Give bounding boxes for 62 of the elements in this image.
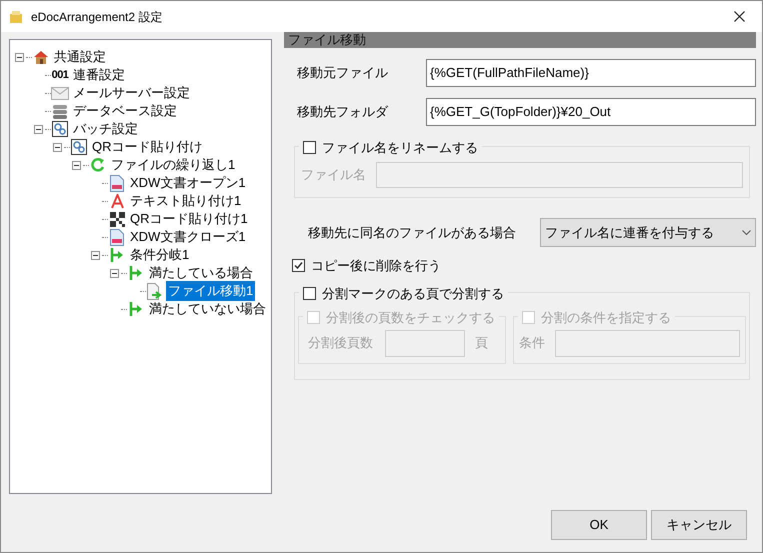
collapse-toggle[interactable] bbox=[52, 142, 62, 152]
input-field[interactable]: {%GET(FullPathFileName)} bbox=[426, 59, 756, 87]
dialog-button[interactable]: キャンセル bbox=[651, 510, 747, 540]
unit-label: 頁 bbox=[475, 334, 488, 352]
tree-item[interactable]: QRコード貼り付け bbox=[90, 137, 204, 157]
document-icon bbox=[110, 228, 124, 246]
dialog-button[interactable]: OK bbox=[551, 510, 647, 540]
collapse-toggle[interactable] bbox=[90, 250, 100, 260]
checkbox[interactable] bbox=[303, 286, 316, 300]
gear-icon bbox=[71, 139, 87, 155]
branch-arrow-icon bbox=[129, 301, 143, 317]
tree-item[interactable]: 条件分岐1 bbox=[128, 245, 192, 265]
checkbox-label: 分割マークのある頁で分割する bbox=[322, 284, 504, 302]
tree-item[interactable]: XDW文書オープン1 bbox=[128, 173, 248, 193]
input-field[interactable]: {%GET_G(TopFolder)}¥20_Out bbox=[426, 98, 756, 126]
section-header: ファイル移動 bbox=[284, 32, 756, 48]
collapse-toggle[interactable] bbox=[110, 268, 118, 278]
window-title: eDocArrangement2 設定 bbox=[31, 8, 162, 26]
field-label: ファイル名 bbox=[301, 166, 366, 184]
collapse-toggle[interactable] bbox=[14, 52, 24, 62]
field-label: 分割後頁数 bbox=[308, 334, 374, 352]
loop-icon bbox=[91, 157, 105, 173]
app-icon bbox=[9, 10, 23, 24]
qr-code-icon bbox=[110, 212, 124, 226]
field-label: 移動先に同名のファイルがある場合 bbox=[308, 224, 517, 242]
tree-item[interactable]: データベース設定 bbox=[71, 101, 179, 121]
tree-item[interactable]: ファイル移動1 bbox=[166, 281, 256, 301]
tree-item[interactable]: 連番設定 bbox=[71, 65, 127, 85]
checkbox-label: ファイル名をリネームする bbox=[322, 139, 478, 157]
tree-item[interactable]: 満たしている場合 bbox=[147, 263, 255, 283]
number-icon: 001 bbox=[52, 70, 68, 80]
chevron-down-icon bbox=[742, 230, 751, 235]
collapse-toggle[interactable] bbox=[72, 160, 80, 170]
tree-item[interactable]: 満たしていない場合 bbox=[147, 299, 268, 319]
file-move-icon bbox=[147, 282, 163, 300]
tree-item[interactable]: XDW文書クローズ1 bbox=[128, 227, 248, 247]
envelope-icon bbox=[51, 86, 69, 100]
tree-item[interactable]: テキスト貼り付け1 bbox=[128, 191, 244, 211]
tree-item[interactable]: 共通設定 bbox=[52, 47, 108, 67]
collapse-toggle[interactable] bbox=[34, 124, 42, 134]
dropdown[interactable]: ファイル名に連番を付与する bbox=[540, 218, 756, 247]
tree-item[interactable]: バッチ設定 bbox=[71, 119, 140, 139]
tree-item[interactable]: QRコード貼り付け1 bbox=[128, 209, 250, 229]
house-icon bbox=[32, 49, 50, 65]
document-icon bbox=[110, 174, 124, 192]
input-field[interactable] bbox=[555, 330, 740, 356]
field-label: 移動先フォルダ bbox=[297, 103, 390, 122]
field-label: 移動元ファイル bbox=[297, 64, 389, 82]
checkbox[interactable] bbox=[292, 259, 305, 272]
tree-item[interactable]: メールサーバー設定 bbox=[71, 83, 192, 103]
checkbox-label: 分割後の頁数をチェックする bbox=[326, 308, 495, 326]
tree-item[interactable]: ファイルの繰り返し1 bbox=[109, 155, 238, 175]
letter-icon bbox=[110, 194, 124, 208]
checkbox-label: 分割の条件を指定する bbox=[541, 308, 671, 326]
close-icon bbox=[734, 11, 744, 22]
field-label: 条件 bbox=[519, 334, 545, 352]
database-icon bbox=[52, 104, 68, 118]
branch-arrow-icon bbox=[110, 247, 124, 263]
input-field[interactable] bbox=[385, 330, 465, 356]
gear-icon bbox=[52, 121, 68, 137]
checkbox-label: コピー後に削除を行う bbox=[311, 257, 441, 275]
branch-arrow-icon bbox=[129, 265, 143, 281]
